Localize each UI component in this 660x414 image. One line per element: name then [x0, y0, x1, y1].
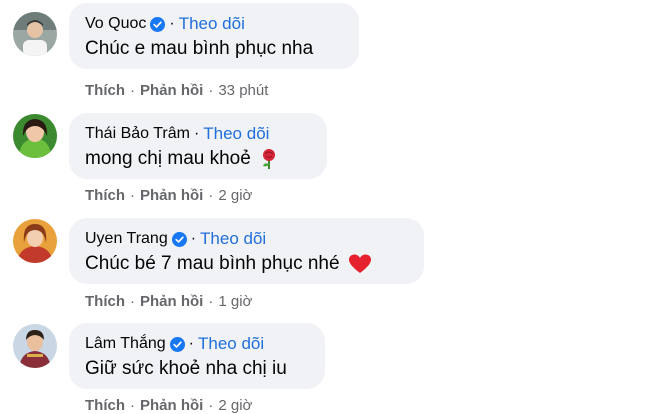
separator: ·	[130, 82, 135, 99]
verified-badge-icon	[150, 16, 166, 32]
avatar[interactable]	[13, 324, 57, 368]
verified-badge-icon	[171, 231, 187, 247]
rose-emoji-icon	[262, 149, 275, 169]
separator: ·	[208, 293, 214, 310]
like-button[interactable]: Thích	[85, 187, 125, 204]
separator: ·	[190, 230, 197, 247]
comment-time[interactable]: 1 giờ	[218, 293, 252, 310]
comment-actions: Thích · Phản hồi · 33 phút	[85, 82, 268, 99]
avatar[interactable]	[13, 219, 57, 263]
comment-bubble: Uyen Trang · Theo dõi Chúc bé 7 mau bình…	[69, 218, 424, 284]
like-button[interactable]: Thích	[85, 82, 125, 99]
separator: ·	[193, 125, 200, 142]
reply-button[interactable]: Phản hồi	[140, 82, 203, 99]
author-name[interactable]: Thái Bảo Trâm	[85, 125, 190, 143]
reply-button[interactable]: Phản hồi	[140, 293, 203, 310]
comment-actions: Thích · Phản hồi · 2 giờ	[85, 187, 252, 204]
author-name[interactable]: Lâm Thắng	[85, 335, 166, 353]
separator: ·	[208, 187, 214, 204]
comment-text-content: Chúc bé 7 mau bình phục nhé	[85, 253, 340, 274]
author-name[interactable]: Uyen Trang	[85, 230, 168, 248]
follow-link[interactable]: Theo dõi	[198, 334, 264, 354]
red-heart-emoji-icon	[348, 254, 371, 273]
comment-bubble: Vo Quoc · Theo dõi Chúc e mau bình phục …	[69, 3, 359, 69]
comment-bubble: Lâm Thắng · Theo dõi Giữ sức khoẻ nha ch…	[69, 323, 325, 389]
separator: ·	[169, 15, 175, 32]
avatar[interactable]	[13, 12, 57, 56]
separator: ·	[208, 82, 214, 99]
comment-bubble: Thái Bảo Trâm · Theo dõi mong chị mau kh…	[69, 113, 327, 179]
comment-time[interactable]: 2 giờ	[218, 397, 252, 414]
comment-text: Giữ sức khoẻ nha chị iu	[85, 356, 309, 382]
comment-text: Chúc bé 7 mau bình phục nhé	[85, 251, 408, 277]
verified-badge-icon	[169, 336, 185, 352]
comment-time[interactable]: 2 giờ	[218, 187, 252, 204]
author-name[interactable]: Vo Quoc	[85, 15, 146, 33]
comment-text-content: Chúc e mau bình phục nha	[85, 38, 314, 59]
comment-actions: Thích · Phản hồi · 1 giờ	[85, 293, 252, 310]
separator: ·	[130, 397, 135, 414]
avatar[interactable]	[13, 114, 57, 158]
separator: ·	[188, 335, 194, 352]
comment-feed: Vo Quoc · Theo dõi Chúc e mau bình phục …	[0, 0, 660, 414]
like-button[interactable]: Thích	[85, 397, 125, 414]
like-button[interactable]: Thích	[85, 293, 125, 310]
comment-text-content: mong chị mau khoẻ	[85, 148, 251, 169]
comment-text: Chúc e mau bình phục nha	[85, 36, 343, 62]
comment-text-content: Giữ sức khoẻ nha chị iu	[85, 358, 287, 379]
separator: ·	[208, 397, 214, 414]
reply-button[interactable]: Phản hồi	[140, 187, 203, 204]
separator: ·	[130, 293, 135, 310]
follow-link[interactable]: Theo dõi	[203, 124, 269, 144]
follow-link[interactable]: Theo dõi	[200, 229, 266, 249]
reply-button[interactable]: Phản hồi	[140, 397, 203, 414]
separator: ·	[130, 187, 135, 204]
comment-actions: Thích · Phản hồi · 2 giờ	[85, 397, 252, 414]
comment-time[interactable]: 33 phút	[218, 82, 268, 99]
follow-link[interactable]: Theo dõi	[179, 14, 245, 34]
comment-text: mong chị mau khoẻ	[85, 146, 311, 172]
